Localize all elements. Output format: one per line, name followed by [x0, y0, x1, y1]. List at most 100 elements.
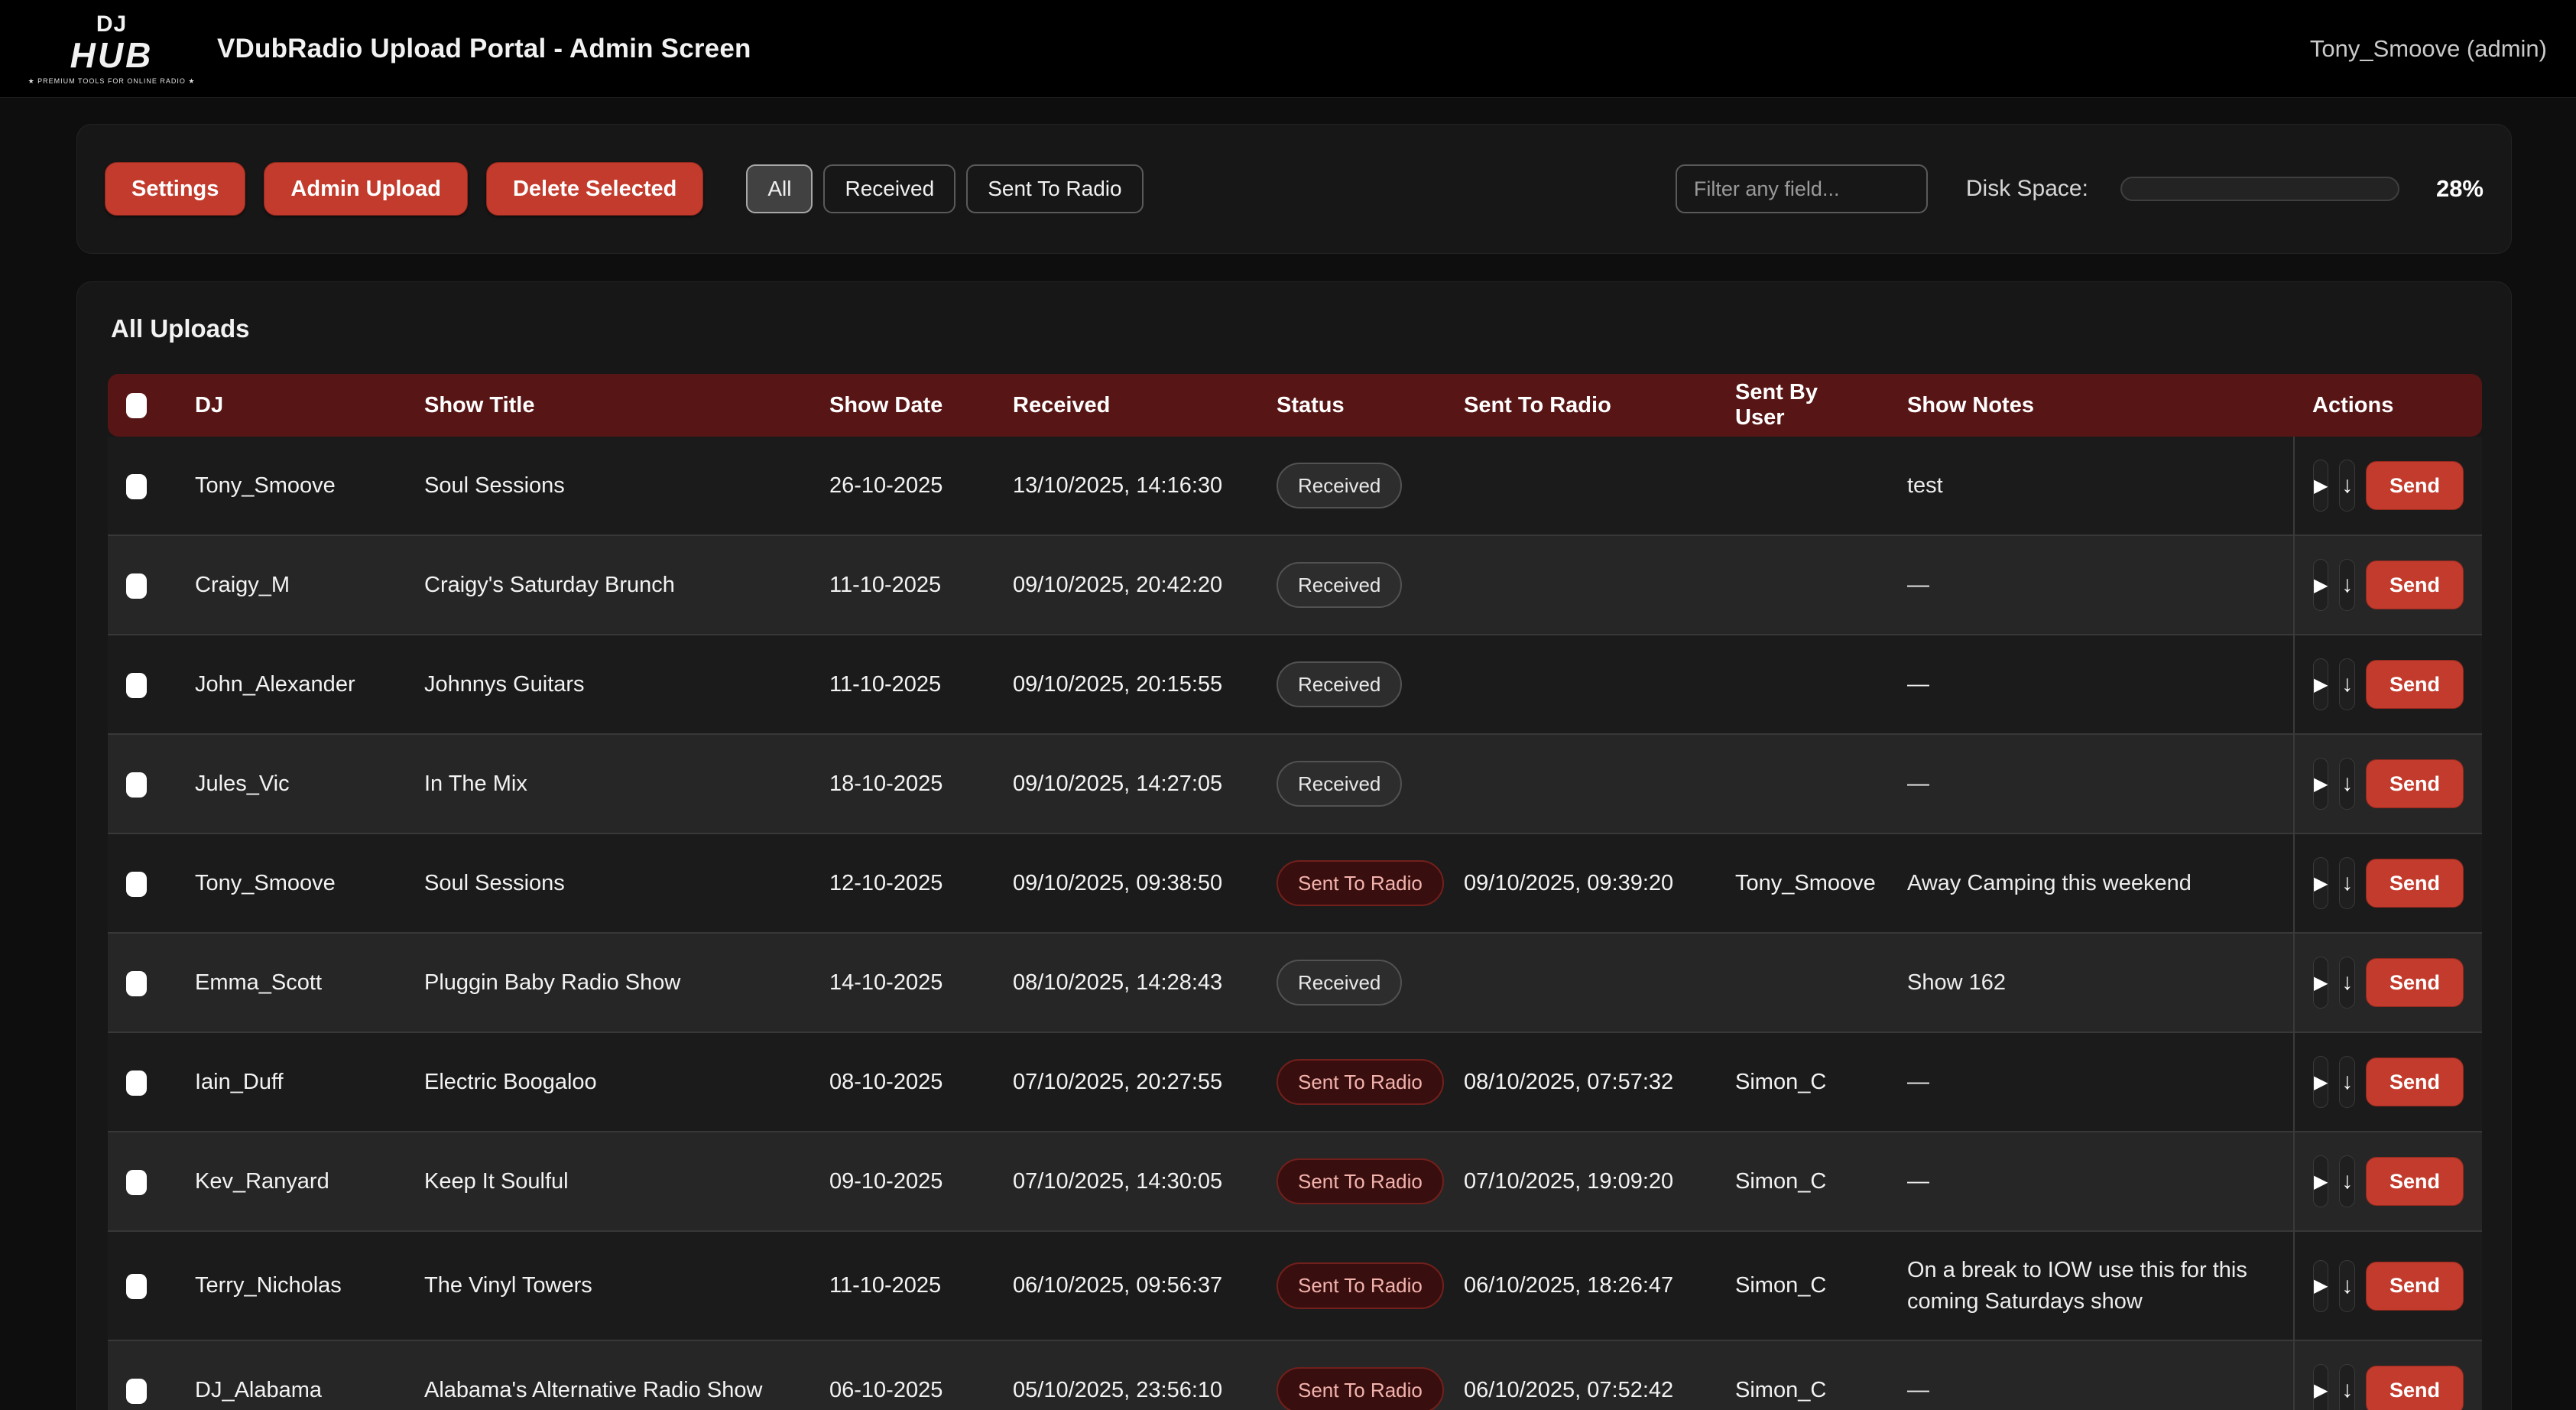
row-select-cell	[108, 535, 177, 635]
download-button[interactable]: ↓	[2339, 559, 2354, 611]
cell-status: Received	[1258, 933, 1445, 1032]
row-actions: ▶↓Send	[2313, 1260, 2464, 1312]
section-title: All Uploads	[111, 314, 2480, 343]
download-button[interactable]: ↓	[2339, 1260, 2354, 1312]
cell-sent-to-radio: 06/10/2025, 07:52:42	[1445, 1340, 1717, 1410]
row-actions: ▶↓Send	[2313, 857, 2464, 909]
cell-sent-to-radio: 06/10/2025, 18:26:47	[1445, 1231, 1717, 1340]
cell-actions: ▶↓Send	[2294, 1032, 2482, 1132]
tab-sent-to-radio[interactable]: Sent To Radio	[966, 164, 1143, 213]
toolbar-button-delete-selected[interactable]: Delete Selected	[486, 162, 703, 216]
row-select-cell	[108, 1340, 177, 1410]
play-icon: ▶	[2314, 475, 2328, 497]
send-button[interactable]: Send	[2366, 958, 2464, 1007]
row-checkbox[interactable]	[126, 772, 147, 798]
table-row: Tony_SmooveSoul Sessions26-10-202513/10/…	[108, 437, 2482, 535]
row-checkbox[interactable]	[126, 971, 147, 996]
send-button[interactable]: Send	[2366, 759, 2464, 808]
play-icon: ▶	[2314, 574, 2328, 596]
download-icon: ↓	[2341, 572, 2353, 598]
row-actions: ▶↓Send	[2313, 1155, 2464, 1207]
table-row: DJ_AlabamaAlabama's Alternative Radio Sh…	[108, 1340, 2482, 1410]
row-checkbox[interactable]	[126, 1274, 147, 1299]
download-button[interactable]: ↓	[2339, 957, 2354, 1009]
cell-sent-by-user	[1717, 535, 1889, 635]
row-actions: ▶↓Send	[2313, 1056, 2464, 1108]
download-button[interactable]: ↓	[2339, 658, 2354, 710]
row-checkbox[interactable]	[126, 1070, 147, 1096]
status-badge: Sent To Radio	[1277, 1262, 1444, 1308]
row-select-cell	[108, 1132, 177, 1231]
cell-dj: Iain_Duff	[177, 1032, 406, 1132]
cell-actions: ▶↓Send	[2294, 833, 2482, 933]
disk-space-label: Disk Space:	[1966, 176, 2088, 202]
row-checkbox[interactable]	[126, 573, 147, 599]
download-button[interactable]: ↓	[2339, 758, 2354, 810]
send-button[interactable]: Send	[2366, 461, 2464, 510]
cell-sent-by-user	[1717, 933, 1889, 1032]
cell-show-notes: —	[1889, 1032, 2294, 1132]
send-button[interactable]: Send	[2366, 560, 2464, 609]
send-button[interactable]: Send	[2366, 1058, 2464, 1106]
play-button[interactable]: ▶	[2313, 1056, 2328, 1108]
row-checkbox[interactable]	[126, 1170, 147, 1195]
cell-sent-by-user: Simon_C	[1717, 1032, 1889, 1132]
row-checkbox[interactable]	[126, 474, 147, 499]
play-button[interactable]: ▶	[2313, 1364, 2328, 1410]
column-header-show-notes: Show Notes	[1889, 374, 2294, 437]
cell-status: Received	[1258, 635, 1445, 734]
cell-sent-by-user	[1717, 734, 1889, 833]
download-button[interactable]: ↓	[2339, 460, 2354, 512]
cell-show-date: 09-10-2025	[811, 1132, 994, 1231]
status-badge: Received	[1277, 562, 1402, 608]
play-button[interactable]: ▶	[2313, 559, 2328, 611]
send-button[interactable]: Send	[2366, 1262, 2464, 1311]
download-button[interactable]: ↓	[2339, 1056, 2354, 1108]
filter-input[interactable]	[1676, 164, 1928, 213]
column-header-sent-to-radio: Sent To Radio	[1445, 374, 1717, 437]
column-header-sent-by-user: Sent By User	[1717, 374, 1889, 437]
play-button[interactable]: ▶	[2313, 658, 2328, 710]
send-button[interactable]: Send	[2366, 1157, 2464, 1206]
download-icon: ↓	[2341, 1377, 2353, 1403]
play-button[interactable]: ▶	[2313, 957, 2328, 1009]
download-button[interactable]: ↓	[2339, 1364, 2354, 1410]
table-row: Jules_VicIn The Mix18-10-202509/10/2025,…	[108, 734, 2482, 833]
cell-sent-to-radio	[1445, 437, 1717, 535]
play-button[interactable]: ▶	[2313, 758, 2328, 810]
play-icon: ▶	[2314, 674, 2328, 696]
play-button[interactable]: ▶	[2313, 460, 2328, 512]
cell-dj: John_Alexander	[177, 635, 406, 734]
cell-actions: ▶ ↓ Send	[2294, 1340, 2482, 1410]
cell-show-date: 11-10-2025	[811, 635, 994, 734]
row-checkbox[interactable]	[126, 1379, 147, 1404]
status-badge: Received	[1277, 761, 1402, 807]
row-checkbox[interactable]	[126, 673, 147, 698]
select-all-checkbox[interactable]	[126, 393, 147, 418]
column-header-show-date: Show Date	[811, 374, 994, 437]
download-button[interactable]: ↓	[2339, 857, 2354, 909]
send-button[interactable]: Send	[2366, 859, 2464, 908]
status-badge: Received	[1277, 463, 1402, 508]
toolbar-button-admin-upload[interactable]: Admin Upload	[264, 162, 468, 216]
cell-sent-by-user: Simon_C	[1717, 1132, 1889, 1231]
row-actions: ▶ ↓Send	[2313, 658, 2464, 710]
toolbar-button-settings[interactable]: Settings	[105, 162, 245, 216]
cell-show-title: Electric Boogaloo	[406, 1032, 811, 1132]
tab-received[interactable]: Received	[823, 164, 955, 213]
download-button[interactable]: ↓	[2339, 1155, 2354, 1207]
tab-all[interactable]: All	[746, 164, 813, 213]
send-button[interactable]: Send	[2366, 660, 2464, 709]
cell-show-title: Soul Sessions	[406, 437, 811, 535]
play-button[interactable]: ▶	[2313, 1260, 2328, 1312]
cell-show-notes: Show 162	[1889, 933, 2294, 1032]
send-button[interactable]: Send	[2366, 1366, 2464, 1410]
cell-sent-to-radio	[1445, 635, 1717, 734]
cell-status: Sent To Radio	[1258, 833, 1445, 933]
cell-status: Sent To Radio	[1258, 1340, 1445, 1410]
row-checkbox[interactable]	[126, 872, 147, 897]
play-button[interactable]: ▶	[2313, 857, 2328, 909]
cell-show-notes: Away Camping this weekend	[1889, 833, 2294, 933]
play-icon: ▶	[2314, 773, 2328, 795]
play-button[interactable]: ▶	[2313, 1155, 2328, 1207]
